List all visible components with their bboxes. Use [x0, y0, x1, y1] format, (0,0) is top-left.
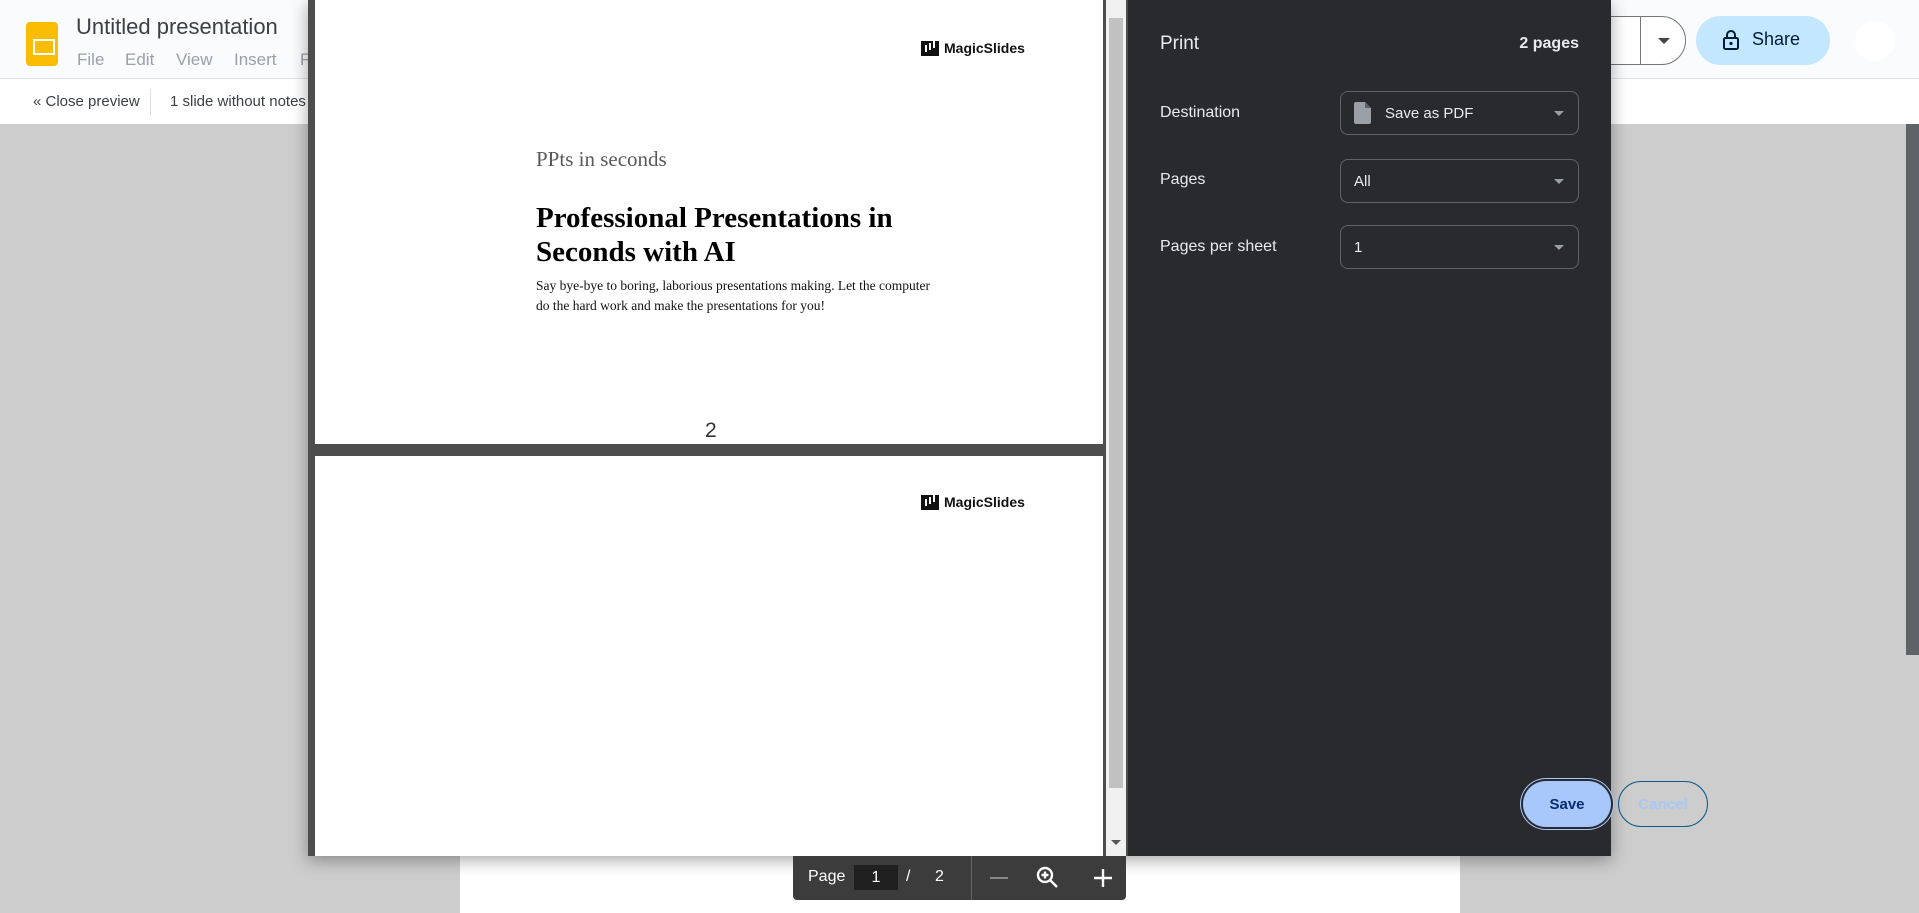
- chevron-down-icon[interactable]: [1658, 38, 1670, 44]
- brand-text: MagicSlides: [944, 494, 1025, 510]
- scroll-down-icon[interactable]: [1111, 840, 1121, 845]
- share-label: Share: [1752, 29, 1801, 49]
- lock-icon: [1723, 30, 1739, 50]
- share-button[interactable]: Share: [1696, 16, 1830, 65]
- avatar[interactable]: [1855, 21, 1895, 61]
- destination-select[interactable]: Save as PDF: [1340, 91, 1579, 135]
- pages-per-sheet-select[interactable]: 1: [1340, 225, 1579, 269]
- file-icon: [1354, 102, 1371, 124]
- menu-view[interactable]: View: [176, 50, 213, 70]
- slide-body-line: Say bye-bye to boring, laborious present…: [536, 278, 931, 293]
- presentation-chart-icon: [921, 40, 939, 56]
- dropdown-caret-icon: [1554, 111, 1564, 116]
- cancel-button[interactable]: Cancel: [1618, 781, 1708, 827]
- document-title[interactable]: Untitled presentation: [76, 14, 278, 40]
- print-preview-page-1: MagicSlides PPts in seconds Professional…: [315, 0, 1103, 444]
- zoom-in-icon[interactable]: [1093, 868, 1113, 888]
- divider: [150, 89, 151, 115]
- pages-value: All: [1354, 172, 1371, 190]
- print-preview-page-2: MagicSlides: [315, 456, 1103, 856]
- save-button[interactable]: Save: [1523, 781, 1611, 827]
- scrollbar-thumb[interactable]: [1109, 18, 1123, 788]
- page-navigator: Page 1 / 2: [793, 856, 1126, 900]
- scrollbar[interactable]: [1906, 124, 1919, 655]
- menu-file[interactable]: File: [77, 50, 104, 70]
- print-dialog: MagicSlides PPts in seconds Professional…: [308, 0, 1708, 856]
- slide-body-line: do the hard work and make the presentati…: [536, 298, 826, 313]
- slide-eyebrow: PPts in seconds: [536, 147, 667, 171]
- slide-title: Professional Presentations in Seconds wit…: [536, 201, 893, 269]
- slide-title-line: Professional Presentations in: [536, 202, 893, 234]
- slide-title-line: Seconds with AI: [536, 236, 736, 268]
- dropdown-caret-icon: [1554, 179, 1564, 184]
- menu-edit[interactable]: Edit: [125, 50, 154, 70]
- zoom-icon[interactable]: [1036, 866, 1060, 890]
- magicslides-logo: MagicSlides: [921, 494, 1025, 510]
- divider: [971, 856, 972, 900]
- magicslides-logo: MagicSlides: [921, 40, 1025, 56]
- page-number-input[interactable]: 1: [854, 865, 898, 890]
- brand-text: MagicSlides: [944, 40, 1025, 56]
- page-separator: /: [906, 868, 911, 885]
- pages-select[interactable]: All: [1340, 159, 1579, 203]
- slide-body: Say bye-bye to boring, laborious present…: [536, 276, 930, 316]
- pages-label: Pages: [1160, 171, 1206, 188]
- notes-option-select[interactable]: 1 slide without notes: [170, 93, 306, 110]
- pages-per-sheet-value: 1: [1354, 238, 1363, 256]
- page-count: 2 pages: [1519, 35, 1579, 52]
- divider: [1640, 17, 1641, 64]
- destination-label: Destination: [1160, 104, 1241, 121]
- destination-value: Save as PDF: [1385, 104, 1474, 122]
- presentation-chart-icon: [921, 494, 939, 510]
- page-total: 2: [935, 868, 944, 885]
- dropdown-caret-icon: [1554, 245, 1564, 250]
- slides-logo-icon[interactable]: [26, 22, 58, 66]
- page-label: Page: [808, 868, 846, 885]
- print-title: Print: [1160, 33, 1200, 54]
- print-settings-panel: Print 2 pages Destination Save as PDF Pa…: [1128, 0, 1708, 856]
- close-preview-button[interactable]: « Close preview: [33, 93, 140, 110]
- page-number: 2: [705, 419, 717, 442]
- pages-per-sheet-label: Pages per sheet: [1160, 238, 1277, 255]
- zoom-out-icon[interactable]: [990, 877, 1008, 879]
- menu-insert[interactable]: Insert: [234, 50, 277, 70]
